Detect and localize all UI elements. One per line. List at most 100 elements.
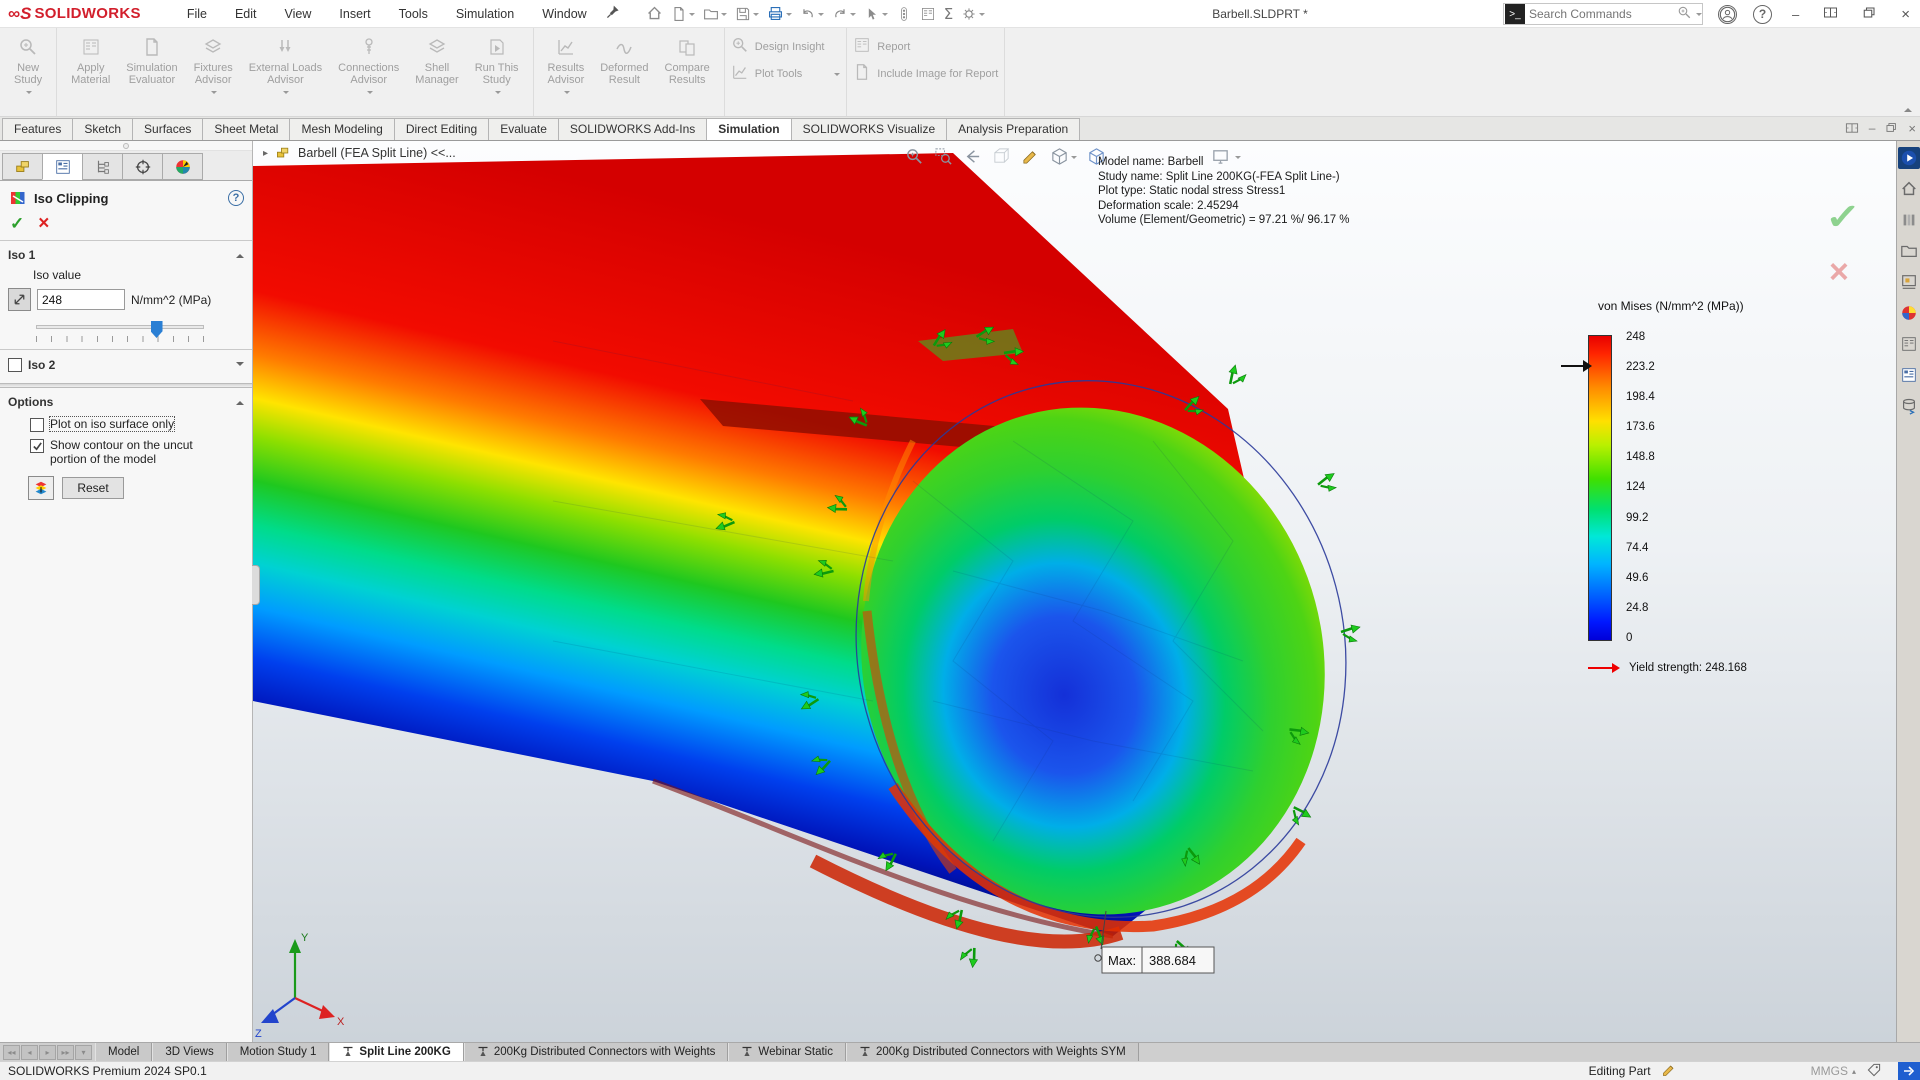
breadcrumb-label[interactable]: Barbell (FEA Split Line) <<... — [298, 146, 456, 160]
options-collapse-icon[interactable] — [236, 397, 244, 405]
tab-direct-editing[interactable]: Direct Editing — [394, 118, 489, 140]
close-document-icon[interactable]: × — [1908, 121, 1916, 136]
connection-status-icon[interactable] — [1898, 1062, 1920, 1080]
print-button[interactable] — [764, 3, 795, 24]
iso-value-input[interactable] — [37, 289, 125, 310]
menu-view[interactable]: View — [273, 3, 324, 25]
scroll-last-icon[interactable]: ▸▸ — [57, 1045, 74, 1060]
barbell-model[interactable]: Max: 388.684 — [253, 153, 1406, 973]
tab-motion-study-1[interactable]: Motion Study 1 — [227, 1043, 330, 1061]
simulation-evaluator-button[interactable]: Simulation Evaluator — [118, 34, 185, 88]
fixtures-advisor-button[interactable]: Fixtures Advisor — [186, 34, 241, 97]
reset-colors-button[interactable] — [28, 476, 54, 500]
units-dropdown-icon[interactable]: ▴ — [1852, 1067, 1856, 1076]
new-study-button[interactable]: New Study — [6, 34, 50, 97]
iso2-expand-icon[interactable] — [236, 362, 244, 370]
fixtures-advisor-flyout-icon[interactable] — [211, 91, 217, 97]
run-this-study-flyout-icon[interactable] — [495, 91, 501, 97]
tab-mesh-modeling[interactable]: Mesh Modeling — [289, 118, 394, 140]
ribbon-collapse-icon[interactable] — [1904, 104, 1912, 112]
edit-sketch-icon[interactable] — [1661, 1062, 1677, 1080]
tab-webinar-static[interactable]: Webinar Static — [728, 1043, 846, 1061]
rebuild-button[interactable] — [893, 4, 915, 24]
display-manager-tab[interactable] — [162, 153, 203, 180]
tab-3d-views[interactable]: 3D Views — [152, 1043, 226, 1061]
new-study-flyout-icon[interactable] — [26, 91, 32, 97]
search-commands-box[interactable]: >_ — [1503, 3, 1703, 25]
options-section-header[interactable]: Options — [0, 388, 252, 413]
tab-sketch[interactable]: Sketch — [72, 118, 133, 140]
tag-icon[interactable] — [1866, 1062, 1882, 1080]
search-scope-icon[interactable]: >_ — [1505, 4, 1525, 24]
confirmation-cancel-button[interactable]: × — [1829, 253, 1849, 292]
connections-advisor-button[interactable]: Connections Advisor — [330, 34, 407, 97]
panel-grip[interactable] — [0, 141, 252, 151]
show-contour-label[interactable]: Show contour on the uncut portion of the… — [50, 438, 230, 466]
tab-sheet-metal[interactable]: Sheet Metal — [202, 118, 290, 140]
plot-on-iso-checkbox[interactable] — [30, 418, 44, 432]
file-properties-button[interactable] — [917, 4, 939, 24]
tab-solidworks-visualize[interactable]: SOLIDWORKS Visualize — [791, 118, 948, 140]
zoom-to-fit-icon[interactable] — [905, 147, 924, 166]
close-window-icon[interactable]: × — [1897, 6, 1914, 23]
restore-window-icon[interactable] — [1858, 5, 1881, 23]
include-image-for-report-button[interactable]: Include Image for Report — [853, 63, 998, 84]
iso1-collapse-icon[interactable] — [236, 250, 244, 258]
show-contour-checkbox[interactable] — [30, 439, 44, 453]
menu-file[interactable]: File — [175, 3, 219, 25]
panel-help-icon[interactable]: ? — [228, 190, 244, 206]
solidworks-resources-icon[interactable] — [1898, 178, 1920, 200]
tab-200kg-distributed-connectors-sym[interactable]: 200Kg Distributed Connectors with Weight… — [846, 1043, 1139, 1061]
results-advisor-button[interactable]: Results Advisor — [540, 34, 593, 97]
apply-material-button[interactable]: Apply Material — [63, 34, 118, 88]
new-document-button[interactable] — [668, 4, 698, 24]
tab-surfaces[interactable]: Surfaces — [132, 118, 203, 140]
tab-simulation[interactable]: Simulation — [706, 118, 791, 140]
sketch-annotation-icon[interactable] — [1021, 147, 1040, 166]
iso-value-slider[interactable] — [36, 325, 204, 329]
open-button[interactable] — [700, 4, 730, 24]
configuration-manager-tab[interactable] — [82, 153, 123, 180]
iso2-checkbox[interactable] — [8, 358, 22, 372]
menu-edit[interactable]: Edit — [223, 3, 269, 25]
scroll-left-icon[interactable]: ◂ — [21, 1045, 38, 1060]
results-advisor-flyout-icon[interactable] — [564, 91, 570, 97]
redo-button[interactable] — [829, 4, 859, 24]
iso2-section-header[interactable]: Iso 2 — [0, 350, 252, 376]
tab-list-icon[interactable]: ▾ — [75, 1045, 92, 1060]
property-manager-tab[interactable] — [42, 153, 83, 180]
reverse-direction-button[interactable] — [8, 288, 31, 311]
design-library-icon[interactable] — [1898, 209, 1920, 231]
breadcrumb-expand-icon[interactable]: ▸ — [263, 148, 268, 159]
menu-tools[interactable]: Tools — [387, 3, 440, 25]
dimxpert-manager-tab[interactable] — [122, 153, 163, 180]
data-connections-icon[interactable] — [1898, 395, 1920, 417]
property-tab-builder-icon[interactable] — [1898, 364, 1920, 386]
external-loads-flyout-icon[interactable] — [283, 91, 289, 97]
ok-button[interactable]: ✓ — [10, 215, 24, 232]
iso1-section-header[interactable]: Iso 1 — [0, 241, 252, 266]
plot-tools-button[interactable]: Plot Tools — [731, 63, 841, 84]
shell-manager-button[interactable]: Shell Manager — [407, 34, 466, 88]
menu-simulation[interactable]: Simulation — [444, 3, 526, 25]
units-selector[interactable]: MMGS — [1811, 1064, 1848, 1078]
pin-menu-icon[interactable] — [605, 4, 621, 23]
cancel-button[interactable]: × — [38, 215, 49, 232]
file-explorer-icon[interactable] — [1898, 240, 1920, 262]
menu-insert[interactable]: Insert — [327, 3, 382, 25]
appearances-scenes-icon[interactable] — [1898, 302, 1920, 324]
tab-features[interactable]: Features — [2, 118, 73, 140]
search-input[interactable] — [1529, 7, 1677, 21]
restore-document-icon[interactable] — [1885, 121, 1898, 134]
confirmation-ok-button[interactable]: ✓ — [1825, 196, 1861, 238]
report-button[interactable]: Report — [853, 36, 910, 57]
feature-manager-tab[interactable] — [2, 153, 43, 180]
panes-icon[interactable] — [1819, 5, 1842, 23]
graphics-viewport[interactable]: Max: 388.684 Y X Z — [253, 141, 1896, 1042]
section-view-icon[interactable] — [992, 147, 1011, 166]
save-button[interactable] — [732, 4, 762, 24]
scroll-right-icon[interactable]: ▸ — [39, 1045, 56, 1060]
login-icon[interactable] — [1718, 5, 1737, 24]
tile-panes-icon[interactable] — [1845, 121, 1859, 135]
custom-properties-icon[interactable] — [1898, 333, 1920, 355]
